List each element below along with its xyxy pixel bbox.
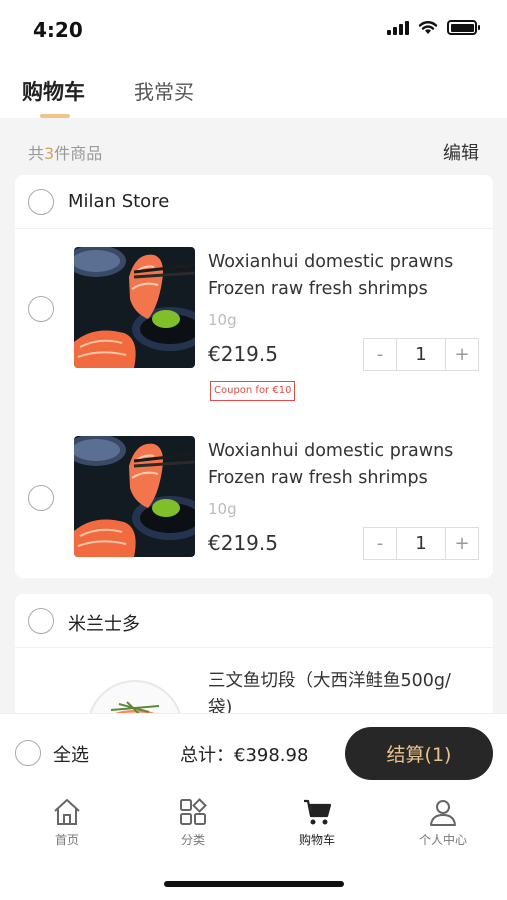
store-header: 米兰士多 [15, 594, 493, 648]
tabbar-label: 个人中心 [418, 833, 467, 847]
coupon-badge[interactable]: Coupon for €10 [210, 381, 296, 401]
home-icon [54, 799, 80, 825]
product-image[interactable] [74, 436, 195, 557]
category-icon [180, 798, 207, 825]
store-header: Milan Store [15, 175, 493, 229]
item-count: 3 [44, 144, 55, 163]
cellular-signal-icon [387, 20, 409, 35]
increase-quantity-button[interactable]: + [446, 339, 478, 370]
cart-summary-row: 共3件商品 编辑 [0, 118, 507, 174]
product-title[interactable]: Woxianhui domestic prawns Frozen raw fre… [208, 249, 478, 303]
checkout-bar: 全选 总计：€398.98 结算(1) [0, 713, 507, 791]
edit-button[interactable]: 编辑 [443, 139, 479, 165]
quantity-value[interactable]: 1 [396, 528, 446, 559]
home-indicator[interactable] [164, 881, 344, 887]
top-tabs: 购物车 我常买 [0, 60, 507, 118]
status-bar: 4:20 [0, 0, 507, 60]
product-title[interactable]: Woxianhui domestic prawns Frozen raw fre… [208, 438, 478, 492]
wifi-icon [418, 21, 438, 34]
decrease-quantity-button[interactable]: - [364, 339, 396, 370]
total-amount: 总计：€398.98 [180, 745, 309, 766]
store-card: 米兰士多 三文鱼切段（大西洋鲑鱼500g/ 袋) [15, 594, 493, 718]
status-time: 4:20 [33, 18, 83, 42]
product-title[interactable]: 三文鱼切段（大西洋鲑鱼500g/ 袋) [208, 668, 478, 718]
item-select-radio[interactable] [28, 296, 54, 322]
tabbar-item-profile[interactable]: 个人中心 [393, 791, 493, 859]
quantity-value[interactable]: 1 [396, 339, 446, 370]
user-icon [430, 800, 456, 826]
store-select-radio[interactable] [28, 608, 54, 634]
decrease-quantity-button[interactable]: - [364, 528, 396, 559]
tabbar-label: 首页 [54, 833, 79, 847]
select-all-radio[interactable] [15, 740, 41, 766]
tabbar-item-home[interactable]: 首页 [17, 791, 117, 859]
tabbar-item-cart[interactable]: 购物车 [267, 791, 367, 859]
battery-icon [447, 20, 480, 35]
product-price: €219.5 [208, 531, 278, 555]
store-name: Milan Store [68, 191, 170, 212]
tabbar-item-category[interactable]: 分类 [143, 791, 243, 859]
quantity-stepper: - 1 + [363, 338, 479, 371]
cart-item: Woxianhui domestic prawns Frozen raw fre… [15, 247, 493, 401]
bottom-tab-bar: 首页 分类 购物车 个人中心 [0, 791, 507, 859]
item-count-text: 共3件商品 [28, 144, 103, 163]
product-spec: 10g [208, 311, 237, 329]
select-all-label[interactable]: 全选 [53, 741, 89, 767]
quantity-stepper: - 1 + [363, 527, 479, 560]
cart-content: 共3件商品 编辑 Milan Store Woxianhui domestic … [0, 118, 507, 718]
tabbar-label: 购物车 [298, 833, 335, 847]
cart-item: 三文鱼切段（大西洋鲑鱼500g/ 袋) [15, 664, 493, 718]
store-card: Milan Store Woxianhui domestic prawns Fr… [15, 175, 493, 578]
product-price: €219.5 [208, 342, 278, 366]
tab-cart[interactable]: 购物车 [22, 76, 85, 106]
status-icons [387, 20, 480, 35]
item-select-radio[interactable] [28, 485, 54, 511]
tabbar-label: 分类 [180, 833, 205, 847]
store-name: 米兰士多 [68, 614, 140, 635]
product-image[interactable] [74, 247, 195, 368]
tab-frequently-bought[interactable]: 我常买 [134, 76, 194, 105]
cart-item: Woxianhui domestic prawns Frozen raw fre… [15, 436, 493, 576]
product-spec: 10g [208, 500, 237, 518]
checkout-button[interactable]: 结算(1) [345, 727, 493, 780]
store-select-radio[interactable] [28, 189, 54, 215]
cart-icon [304, 799, 332, 825]
increase-quantity-button[interactable]: + [446, 528, 478, 559]
